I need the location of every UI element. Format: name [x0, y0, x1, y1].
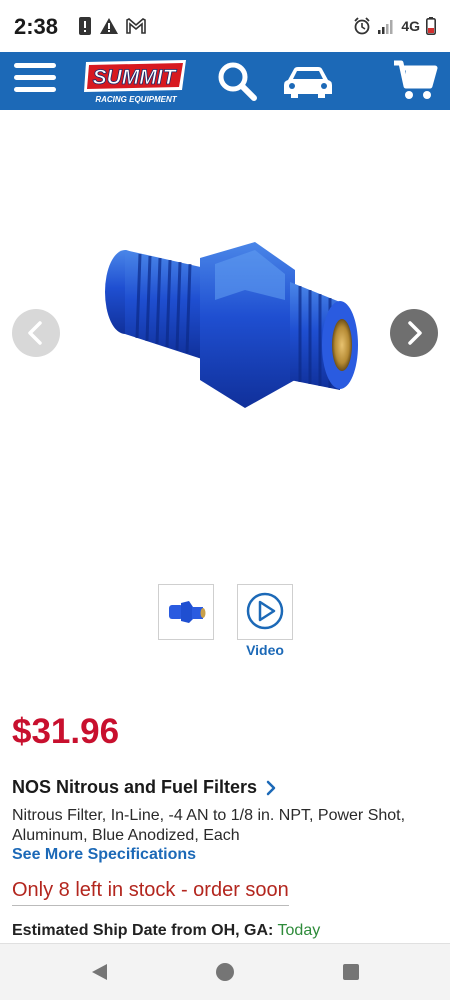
thumbnail-video[interactable]	[237, 584, 293, 640]
product-thumbnail	[169, 601, 206, 623]
category-link-label: NOS Nitrous and Fuel Filters	[12, 777, 258, 797]
svg-text:RACING EQUIPMENT: RACING EQUIPMENT	[95, 95, 177, 104]
product-price: $31.96	[12, 712, 120, 751]
product-page: 2:38 4G SUMMIT RACING EQUIPMENT Video $3…	[0, 0, 450, 1000]
carousel-prev-button[interactable]	[12, 309, 60, 357]
alarm-icon	[354, 17, 370, 35]
chevron-right-icon	[266, 780, 276, 795]
recents-icon[interactable]	[341, 962, 361, 982]
menu-icon	[14, 63, 56, 68]
cart-icon[interactable]	[392, 58, 438, 102]
warning-icon	[100, 18, 118, 34]
status-left-icons	[78, 17, 146, 35]
category-link[interactable]: NOS Nitrous and Fuel Filters	[12, 777, 277, 798]
product-description: Nitrous Filter, In-Line, -4 AN to 1/8 in…	[12, 807, 406, 844]
carousel-next-button[interactable]	[390, 309, 438, 357]
signal-icon	[378, 20, 393, 34]
product-image-carousel	[0, 110, 450, 560]
see-more-specifications-link[interactable]: See More Specifications	[12, 846, 196, 864]
gmail-icon	[126, 18, 146, 34]
back-icon[interactable]	[89, 962, 109, 982]
alert-icon	[79, 17, 91, 35]
system-nav-bar	[0, 943, 450, 1000]
site-header: SUMMIT RACING EQUIPMENT	[0, 52, 450, 110]
chevron-right-icon	[408, 321, 422, 345]
battery-icon	[426, 17, 436, 35]
network-label: 4G	[401, 18, 420, 34]
ship-date-label: Estimated Ship Date from OH, GA:	[12, 922, 274, 939]
chevron-left-icon	[28, 321, 42, 345]
ship-date-value: Today	[277, 922, 321, 939]
product-image[interactable]	[95, 230, 365, 420]
svg-text:SUMMIT: SUMMIT	[93, 66, 178, 89]
video-label[interactable]: Video	[237, 642, 293, 658]
menu-button[interactable]	[14, 63, 58, 99]
summit-logo[interactable]: SUMMIT RACING EQUIPMENT	[82, 56, 190, 106]
home-icon[interactable]	[215, 962, 235, 982]
search-icon[interactable]	[216, 60, 258, 102]
status-right-icons: 4G	[353, 17, 436, 35]
car-icon[interactable]	[282, 64, 334, 100]
play-icon	[246, 592, 284, 630]
status-time: 2:38	[14, 14, 59, 39]
thumbnail-image[interactable]	[158, 584, 214, 640]
stock-notice: Only 8 left in stock - order soon	[12, 879, 289, 906]
status-bar: 2:38 4G	[0, 0, 450, 52]
ship-date: Estimated Ship Date from OH, GA: Today	[12, 922, 320, 940]
